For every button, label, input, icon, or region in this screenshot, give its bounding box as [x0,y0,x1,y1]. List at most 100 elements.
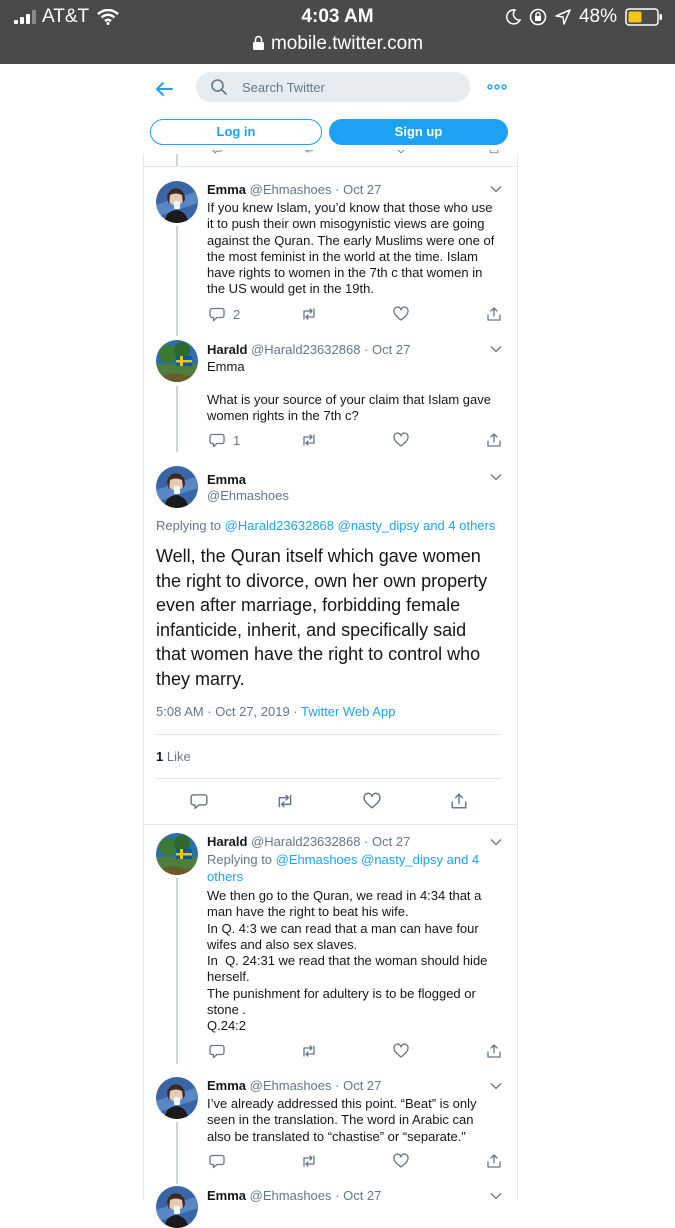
reply-icon [190,792,208,810]
reply-icon [209,306,225,322]
retweet-icon [301,306,317,322]
reply-action[interactable] [209,1043,225,1059]
status-bar: AT&T 4:03 AM 48% mobile.twitter.com [0,0,675,64]
replying-to-others[interactable]: and 4 [447,852,480,867]
share-action[interactable] [486,432,502,448]
timestamp[interactable]: 5:08 AM · Oct 27, 2019 · [156,704,301,719]
tweet-date[interactable]: Oct 27 [372,834,410,849]
focused-display-name[interactable]: Emma [207,472,246,487]
thread-line [176,1122,178,1184]
retweet-icon[interactable] [301,150,317,160]
source-link[interactable]: Twitter Web App [301,704,395,719]
display-name[interactable]: Emma [207,1188,246,1203]
tweet-text: If you knew Islam, you’d know that those… [207,200,498,297]
like-action[interactable] [393,1043,409,1059]
tweet-header: Emma @Ehmashoes · Oct 27 [207,1078,382,1093]
display-name[interactable]: Emma [207,1078,246,1093]
more-icon[interactable] [487,77,507,97]
like-icon [393,432,409,448]
focused-handle[interactable]: @Ehmashoes [207,488,289,503]
replying-to: Replying to @Harald23632868 @nasty_dipsy… [156,518,496,533]
search-input[interactable]: Search Twitter [196,72,470,102]
avatar[interactable] [156,340,198,382]
avatar[interactable] [156,1077,198,1119]
like-action[interactable] [393,306,409,322]
search-placeholder: Search Twitter [242,79,325,95]
handle[interactable]: @Harald23632868 [251,342,360,357]
like-stats[interactable]: 1 Like [156,749,191,764]
handle[interactable]: @Ehmashoes [250,1188,332,1203]
handle[interactable]: @Ehmashoes [250,182,332,197]
avatar[interactable] [156,181,198,223]
reply-action[interactable] [190,792,208,810]
share-action[interactable] [486,306,502,322]
retweet-icon [301,1043,317,1059]
like-icon[interactable] [393,150,409,160]
focused-tweet-text: Well, the Quran itself which gave women … [156,546,488,689]
avatar[interactable] [156,1186,198,1228]
divider [143,824,517,825]
caret-down-icon[interactable] [490,1082,502,1090]
login-button[interactable]: Log in [150,119,322,145]
retweet-icon [301,432,317,448]
share-action[interactable] [486,1043,502,1059]
retweet-action[interactable] [301,306,317,322]
retweet-action[interactable] [276,792,294,810]
thread-line [176,386,178,452]
signup-button[interactable]: Sign up [329,119,508,145]
share-icon [486,1043,502,1059]
search-icon [211,79,227,95]
caret-down-icon[interactable] [490,1192,502,1200]
top-bar: Search Twitter Log in Sign up [0,64,675,154]
reply-action[interactable]: 1 [209,432,240,448]
tweet-meta: 5:08 AM · Oct 27, 2019 · Twitter Web App [156,704,395,719]
reply-action[interactable]: 2 [209,306,240,322]
thread-line [176,226,178,336]
caret-down-icon[interactable] [490,185,502,193]
like-action[interactable] [393,1153,409,1169]
tweet-date[interactable]: Oct 27 [372,342,410,357]
replying-to-users[interactable]: @Harald23632868 @nasty_dipsy [225,518,420,533]
back-arrow-icon[interactable] [152,77,176,101]
caret-down-icon[interactable] [490,345,502,353]
retweet-action[interactable] [301,1043,317,1059]
tweet-date[interactable]: Oct 27 [343,1188,381,1203]
avatar[interactable] [156,833,198,875]
display-name[interactable]: Emma [207,182,246,197]
handle[interactable]: @Harald23632868 [251,834,360,849]
like-count: 1 [156,749,164,764]
tweet-header: Emma @Ehmashoes · Oct 27 [207,182,382,197]
reply-icon[interactable] [209,150,225,160]
display-name[interactable]: Harald [207,834,247,849]
reply-action[interactable] [209,1153,225,1169]
retweet-icon [276,792,294,810]
replying-to-users[interactable]: @Ehmashoes @nasty_dipsy [276,852,443,867]
reply-icon [209,1043,225,1059]
retweet-action[interactable] [301,1153,317,1169]
divider [156,778,501,779]
handle[interactable]: @Ehmashoes [250,1078,332,1093]
divider [156,734,501,735]
avatar[interactable] [156,466,198,508]
retweet-icon [301,1153,317,1169]
caret-down-icon[interactable] [490,473,502,481]
share-icon[interactable] [486,150,502,160]
replying-to-others[interactable]: and 4 others [423,518,495,533]
retweet-action[interactable] [301,432,317,448]
reply-count: 2 [233,306,241,322]
caret-down-icon[interactable] [490,838,502,846]
share-icon [486,432,502,448]
url-bar[interactable]: mobile.twitter.com [0,33,675,57]
lock-icon [252,35,265,57]
like-label: Like [166,749,191,764]
like-action[interactable] [393,432,409,448]
like-icon [363,792,381,810]
share-action[interactable] [486,1153,502,1169]
tweet-date[interactable]: Oct 27 [343,1078,381,1093]
battery-icon [625,8,662,26]
tweet-date[interactable]: Oct 27 [343,182,381,197]
like-action[interactable] [363,792,381,810]
display-name[interactable]: Harald [207,342,247,357]
replying-to-others-cont[interactable]: others [207,869,243,884]
share-action[interactable] [450,792,468,810]
